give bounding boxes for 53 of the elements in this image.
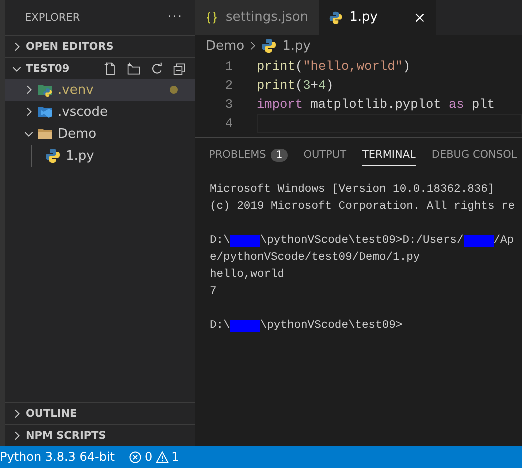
section-header[interactable]: OUTLINE xyxy=(5,402,195,424)
code-line: print(3+4) xyxy=(257,78,334,93)
redaction-mark xyxy=(464,234,494,246)
terminal-text: (c) 2019 Microsoft Corporation. All rights re xyxy=(210,200,516,212)
python-icon xyxy=(260,38,277,54)
python-folder-icon xyxy=(37,82,53,98)
breadcrumb-item[interactable]: 1.py xyxy=(282,38,311,54)
editor-tab[interactable]: settings.json xyxy=(195,0,319,35)
interpreter-status[interactable]: Python 3.8.3 64-bit xyxy=(0,450,116,464)
section-header[interactable]: OPEN EDITORS xyxy=(5,35,195,57)
new-file-icon[interactable] xyxy=(104,62,118,76)
panel-tab[interactable]: PROBLEMS 1 xyxy=(209,144,288,166)
more-actions-button[interactable]: ··· xyxy=(168,10,183,25)
terminal-text: 7 xyxy=(210,286,217,298)
tree-item[interactable]: 1.py xyxy=(5,145,195,167)
panel-tab[interactable]: OUTPUT xyxy=(304,145,346,166)
warning-icon xyxy=(156,450,169,464)
terminal-text: e/pythonVScode/test09/Demo/1.py xyxy=(210,252,420,264)
close-icon[interactable] xyxy=(414,12,426,24)
terminal-text: /Ap xyxy=(494,234,514,246)
braces-icon xyxy=(205,10,219,24)
editor-tab[interactable]: 1.py xyxy=(318,0,436,35)
terminal-text: D:\ xyxy=(210,320,230,332)
terminal-text: D:\ xyxy=(210,234,230,246)
collapse-all-icon[interactable] xyxy=(173,62,187,76)
line-number: 3 xyxy=(224,97,233,112)
error-icon xyxy=(129,450,142,464)
python-icon xyxy=(328,10,343,24)
tree-item[interactable]: Demo xyxy=(5,123,195,145)
redaction-mark xyxy=(230,234,260,246)
panel-tab[interactable]: TERMINAL xyxy=(362,145,416,166)
code-line: print("hello,world") xyxy=(257,59,411,74)
count-badge: 1 xyxy=(271,148,288,162)
code-line: import matplotlib.pyplot as plt xyxy=(257,97,496,112)
tree-item[interactable]: .venv xyxy=(5,79,195,101)
line-number: 4 xyxy=(224,116,233,131)
terminal-text: \pythonVScode\test09>D:/Users/ xyxy=(260,234,464,246)
terminal-text: Microsoft Windows [Version 10.0.18362.836] xyxy=(210,184,495,196)
new-folder-icon[interactable] xyxy=(127,62,141,76)
sidebar-title: EXPLORER xyxy=(25,12,80,24)
refresh-icon[interactable] xyxy=(150,62,164,76)
problems-status[interactable]: 0 1 xyxy=(129,450,180,464)
terminal-text: \pythonVScode\test09> xyxy=(260,320,403,332)
line-number: 2 xyxy=(224,78,233,93)
panel-tab[interactable]: DEBUG CONSOL xyxy=(432,145,518,166)
line-number: 1 xyxy=(224,59,233,74)
terminal-text: hello,world xyxy=(210,268,285,280)
breadcrumb-item[interactable]: Demo xyxy=(206,38,245,54)
redaction-mark xyxy=(230,320,260,332)
tree-item[interactable]: .vscode xyxy=(5,101,195,123)
folder-icon xyxy=(37,126,53,142)
vscode-folder-icon xyxy=(37,104,53,120)
python-icon xyxy=(45,148,61,164)
